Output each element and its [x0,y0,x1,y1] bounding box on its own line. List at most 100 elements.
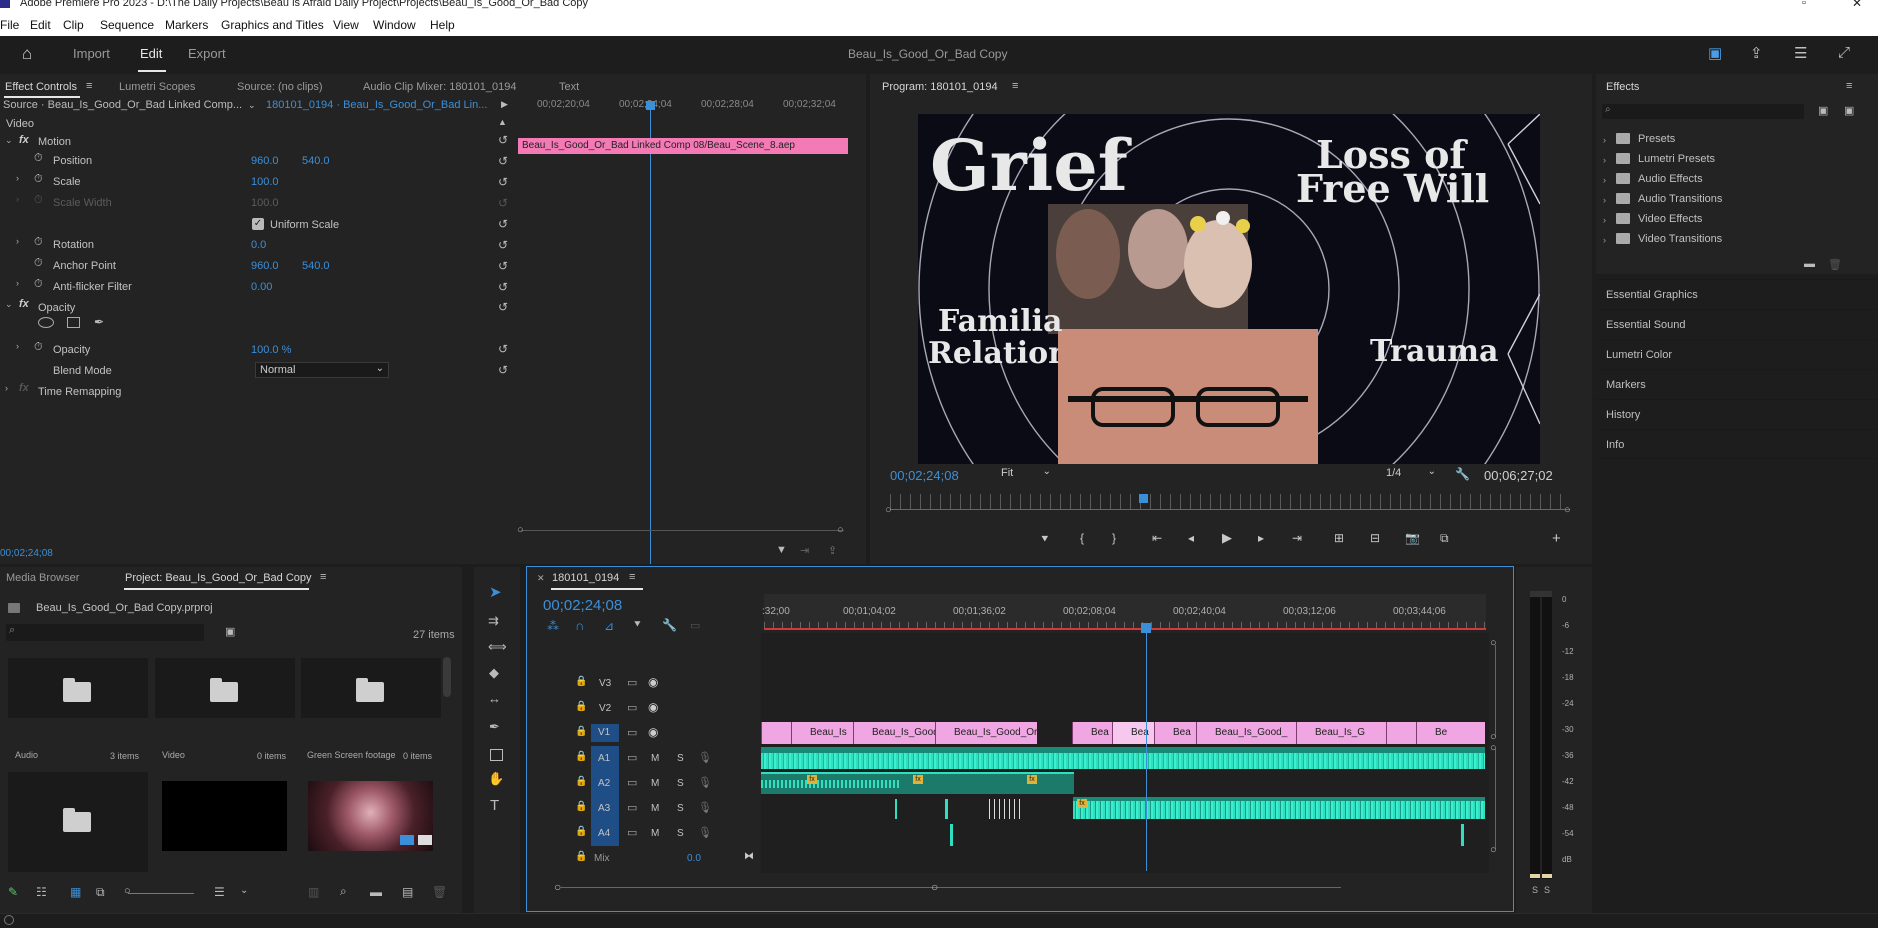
reset-icon[interactable]: ↺ [498,134,510,146]
timeline-v-scrollbar[interactable] [1495,749,1496,849]
expand-icon[interactable]: › [16,341,19,351]
program-frame[interactable]: Grief Loss of Free Will Familia Relation… [918,114,1540,464]
clip-thumbnail[interactable] [308,781,433,851]
add-button-icon[interactable]: + [1552,530,1561,547]
pen-mask-icon[interactable]: ✒ [94,315,104,329]
eye-icon[interactable]: ◉ [648,675,658,689]
zoom-slider[interactable] [128,893,194,894]
panel-menu-icon[interactable]: ≡ [86,80,92,92]
track-select-tool-icon[interactable]: ⇉ [488,613,499,629]
timeline-clip[interactable] [761,722,791,744]
project-scrollbar[interactable] [443,657,451,697]
effects-item-audio-effects[interactable]: Audio Effects [1638,173,1703,185]
tab-export[interactable]: Export [188,46,226,61]
close-icon[interactable]: ✕ [537,573,545,584]
effects-item-lumetri-presets[interactable]: Lumetri Presets [1638,153,1715,165]
timeline-clip[interactable]: Be [1416,722,1485,744]
tab-import[interactable]: Import [73,46,110,61]
solo-button[interactable]: S [677,828,684,839]
new-item-icon[interactable]: ▤ [402,885,413,899]
automate-icon[interactable]: ▥ [308,885,319,899]
wrench-icon[interactable]: 🔧 [1455,467,1470,481]
sync-lock-icon[interactable]: ▭ [627,801,637,814]
mic-icon[interactable]: 🎙 [698,751,712,764]
pencil-icon[interactable]: ✎ [8,885,18,899]
new-custom-bin-icon[interactable]: ▣ [1818,104,1828,117]
chevron-down-icon[interactable]: ⌄ [248,100,256,111]
slip-tool-icon[interactable]: ↔ [488,691,501,706]
effects-search-input[interactable]: ⌕ [1602,104,1804,119]
timeline-clip[interactable]: Beau_Is [791,722,853,744]
anchor-y-value[interactable]: 540.0 [302,260,330,272]
track-target[interactable]: A2 [591,771,619,796]
expand-icon[interactable]: › [16,278,19,288]
tab-effect-controls[interactable]: Effect Controls [5,81,77,93]
solo-button[interactable]: S [677,803,684,814]
tab-source[interactable]: Source: (no clips) [237,81,323,93]
sync-lock-icon[interactable]: ▭ [627,826,637,839]
antiflicker-value[interactable]: 0.00 [251,281,272,293]
lock-icon[interactable]: 🔒 [575,826,587,837]
lift-icon[interactable]: ⊞ [1334,531,1344,545]
mini-clip-bar[interactable]: Beau_Is_Good_Or_Bad Linked Comp 08/Beau_… [518,138,848,154]
find-icon[interactable]: ⌕ [340,884,347,899]
icon-view-icon[interactable]: ▦ [70,885,81,899]
reset-icon[interactable]: ↺ [498,176,510,188]
reset-icon[interactable]: ↺ [498,218,510,230]
mini-timeline-scrollbar[interactable] [521,530,844,531]
program-timecode[interactable]: 00;02;24;08 [890,468,959,483]
delete-icon[interactable]: 🗑 [1828,258,1842,271]
timeline-ruler[interactable]: :32;00 00;01;04;02 00;01;36;02 00;02;08;… [762,594,1486,630]
add-marker-icon[interactable]: ⯆ [633,619,642,632]
reset-icon[interactable]: ↺ [498,343,510,355]
solo-right-button[interactable]: S [1544,885,1550,895]
sequence-tab[interactable]: 180101_0194 [552,572,619,584]
go-to-out-icon[interactable]: ⇥ [1292,531,1302,545]
lock-icon[interactable]: 🔒 [575,726,587,737]
opacity-value[interactable]: 100.0 % [251,344,291,356]
scroll-handle-left-icon[interactable]: ○ [554,880,561,894]
rectangle-tool-icon[interactable] [490,749,503,761]
export-frame-icon[interactable]: ⇪ [828,544,837,557]
new-bin-icon[interactable]: ▬ [370,885,382,899]
effects-title[interactable]: Effects [1606,81,1639,93]
type-tool-icon[interactable]: T [490,797,499,814]
menu-clip[interactable]: Clip [63,14,84,32]
timeline-clip[interactable]: Bea [1112,722,1154,744]
sequence-clip-link[interactable]: 180101_0194 · Beau_Is_Good_Or_Bad Lin... [266,99,487,111]
bin-thumbnail[interactable] [8,658,148,718]
extract-icon[interactable]: ⊟ [1370,531,1380,545]
timeline-timecode[interactable]: 00;02;24;08 [543,597,622,614]
mix-end-icon[interactable]: ⧓ [744,851,754,862]
track-target[interactable]: A4 [591,821,619,846]
expand-icon[interactable]: › [1603,135,1606,145]
expand-icon[interactable]: › [1603,235,1606,245]
play-icon[interactable]: ▶ [1222,530,1232,546]
home-icon[interactable]: ⌂ [22,44,32,64]
mute-button[interactable]: M [651,778,659,789]
scroll-handle-icon[interactable]: ○ [1490,844,1497,856]
fx-icon[interactable]: fx [19,134,29,146]
reset-icon[interactable]: ↺ [498,301,510,313]
section-markers[interactable]: Markers [1596,369,1878,399]
menu-sequence[interactable]: Sequence [100,14,154,32]
timeline-clip[interactable]: Bea [1154,722,1196,744]
new-bin-icon[interactable]: ▬ [1804,258,1815,270]
sync-lock-icon[interactable]: ▭ [627,701,637,714]
razor-tool-icon[interactable]: ◆ [489,665,499,681]
chevron-down-icon[interactable]: ⌄ [240,885,248,896]
a3-small-clip[interactable] [945,799,948,819]
settings-wrench-icon[interactable]: 🔧 [662,618,677,632]
panel-menu-icon[interactable]: ≡ [320,571,326,583]
section-lumetri-color[interactable]: Lumetri Color [1596,339,1878,369]
expand-opacity-icon[interactable]: ⌄ [5,299,13,310]
menu-window[interactable]: Window [373,14,416,32]
bin-thumbnail[interactable] [155,658,295,718]
list-view-icon[interactable]: ☷ [36,885,47,899]
timeline-clip[interactable]: Beau_Is_Good_ [1196,722,1296,744]
pen-tool-icon[interactable]: ✒ [489,719,500,735]
hand-tool-icon[interactable]: ✋ [488,771,504,787]
lock-icon[interactable]: 🔒 [575,776,587,787]
a4-small-clip[interactable] [950,824,953,846]
scroll-handle-icon[interactable]: ○ [1490,637,1497,649]
